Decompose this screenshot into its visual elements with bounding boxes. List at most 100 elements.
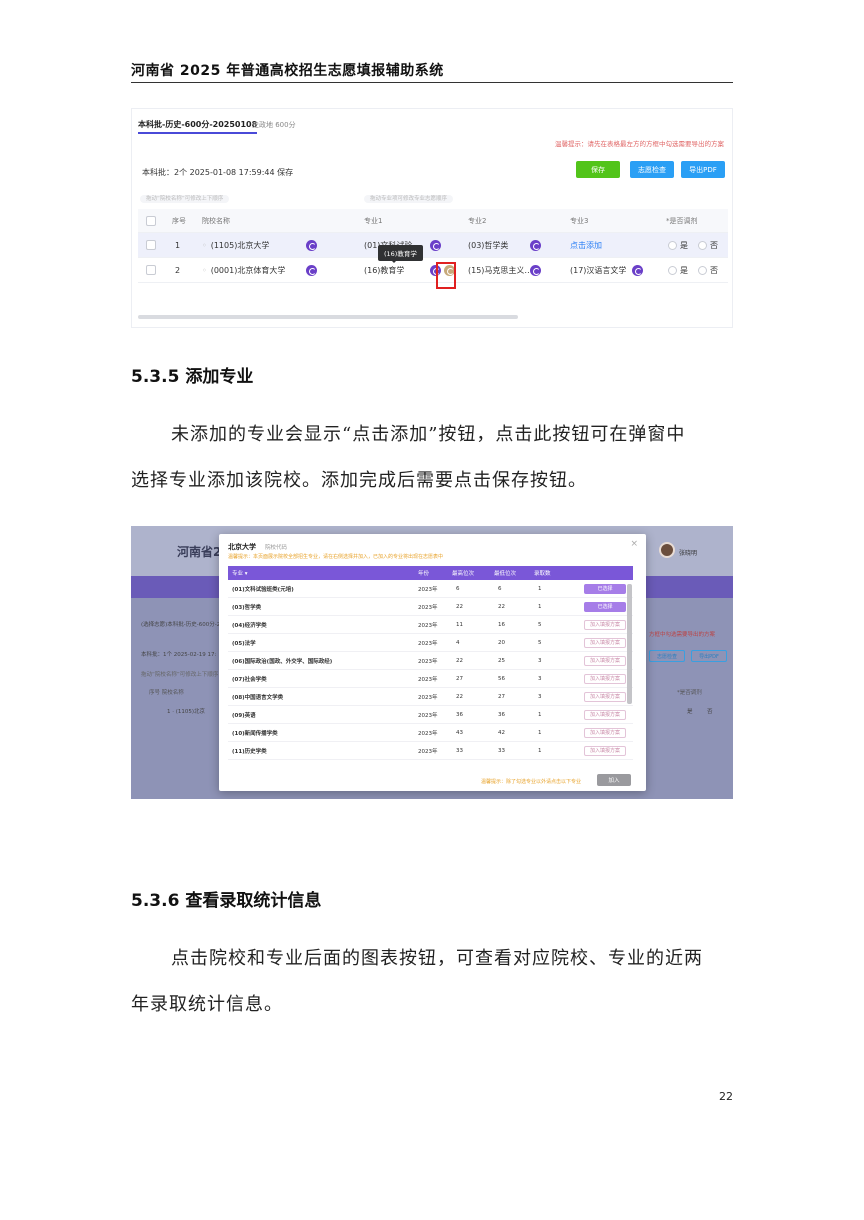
user-name: 张晓明 [679, 550, 698, 557]
major-min-rank: 33 [456, 747, 463, 754]
major-min-rank: 36 [456, 711, 463, 718]
join-plan-button[interactable]: 加入填报方案 [584, 727, 626, 738]
major-tooltip: (16)教育学 [378, 245, 423, 263]
major-name: (04)经济学类 [232, 622, 267, 629]
drag-major-hint: 拖动专业项可修改专业志愿顺序 [364, 195, 454, 203]
major-row: (04)经济学类 2023年 11 16 5 加入填报方案 [228, 616, 633, 634]
major-action-cell: 加入填报方案 [584, 706, 626, 723]
join-plan-button[interactable]: 加入填报方案 [584, 655, 626, 666]
major-min-rank: 43 [456, 729, 463, 736]
horizontal-scrollbar[interactable] [138, 315, 518, 319]
adjust-yes-radio[interactable] [668, 265, 677, 275]
row-checkbox[interactable] [146, 240, 156, 250]
selected-button[interactable]: 已选择 [584, 601, 626, 612]
add-major-link[interactable]: 点击添加 [570, 233, 602, 257]
school-chart-icon[interactable] [306, 239, 317, 251]
major-row: (01)文科试验班类(元培) 2023年 6 6 1 已选择 [228, 580, 633, 598]
join-plan-button[interactable]: 加入填报方案 [584, 673, 626, 684]
major-name: (05)法学 [232, 640, 256, 647]
adjust-no-label: 否 [710, 240, 718, 250]
select-all-checkbox[interactable] [146, 215, 156, 226]
table-header: 序号 院校名称 专业1 专业2 专业3 *是否调剂 [138, 209, 728, 233]
join-plan-button[interactable]: 加入填报方案 [584, 745, 626, 756]
major3-chart-icon[interactable] [632, 264, 643, 276]
major-count: 3 [538, 657, 542, 664]
major-min-rank: 22 [456, 693, 463, 700]
major-max-rank: 22 [498, 603, 505, 610]
join-plan-button[interactable]: 加入填报方案 [584, 691, 626, 702]
row-checkbox[interactable] [146, 265, 156, 275]
export-pdf-button[interactable]: 导出PDF [681, 161, 725, 178]
save-button[interactable]: 保存 [576, 161, 620, 178]
add-button[interactable]: 加入 [597, 774, 631, 786]
selected-button[interactable]: 已选择 [584, 583, 626, 594]
major-action-cell: 加入填报方案 [584, 688, 626, 705]
major-count: 5 [538, 621, 542, 628]
major2-chart-icon[interactable] [530, 239, 541, 251]
row-num: 2 [175, 265, 181, 275]
major-count: 3 [538, 693, 542, 700]
screenshot-add-major-dialog: 河南省20 张晓明 (选择志愿)本科批-历史-600分-2 本科批：1个 202… [131, 526, 733, 799]
major2-chart-icon[interactable] [530, 264, 541, 276]
background-yes: 是 [687, 709, 693, 715]
close-icon[interactable]: × [630, 539, 638, 549]
section-paragraph-add-major: 未添加的专业会显示“点击添加”按钮，点击此按钮可在弹窗中 选择专业添加该院校。添… [131, 412, 737, 504]
major-count: 1 [538, 711, 542, 718]
row-num: 1 [175, 240, 181, 250]
join-plan-button[interactable]: 加入填报方案 [584, 619, 626, 630]
major-max-rank: 27 [498, 693, 505, 700]
major-action-cell: 加入填报方案 [584, 670, 626, 687]
major-count: 5 [538, 639, 542, 646]
join-plan-button[interactable]: 加入填报方案 [584, 709, 626, 720]
major-year: 2023年 [418, 730, 438, 737]
table-row[interactable]: 1 ◦(1105)北京大学 (01)文科试验... (03)哲学类 点击添加 是… [138, 233, 728, 258]
modal-footer-tip: 温馨提示：除了勾选专业以外请点击以下专业 [481, 779, 582, 785]
col-year: 年份 [418, 571, 430, 577]
modal-scrollbar[interactable] [627, 584, 632, 704]
major-count: 1 [538, 747, 542, 754]
adjust-no-radio[interactable] [698, 240, 707, 250]
background-adjust: *是否调剂 [677, 690, 702, 696]
major-row: (05)法学 2023年 4 20 5 加入填报方案 [228, 634, 633, 652]
col-adjust: *是否调剂 [666, 216, 698, 225]
major-name: (08)中国语言文学类 [232, 694, 284, 701]
save-info: 本科批：2个 2025-01-08 17:59:44 保存 [142, 168, 294, 177]
school-chart-icon[interactable] [306, 264, 317, 276]
table-row[interactable]: 2 ◦ (0001)北京体育大学 (16)教育学 (15)马克思主义… (17)汉… [138, 258, 728, 283]
join-plan-button[interactable]: 加入填报方案 [584, 637, 626, 648]
major-max-rank: 25 [498, 657, 505, 664]
background-no: 否 [707, 709, 713, 715]
school-name[interactable]: (1105)北京大学 [211, 240, 270, 251]
col-major3: 专业3 [570, 216, 589, 225]
major-year: 2023年 [418, 640, 438, 647]
section-heading-statistics: 5.3.6 查看录取统计信息 [131, 891, 322, 911]
section-heading-add-major: 5.3.5 添加专业 [131, 367, 254, 387]
major1-chart-icon[interactable] [430, 239, 441, 251]
major-year: 2023年 [418, 694, 438, 701]
major2-value[interactable]: (03)哲学类 [468, 233, 508, 257]
major1-value[interactable]: (16)教育学 [364, 258, 404, 282]
major-name: (09)英语 [232, 712, 256, 719]
major-year: 2023年 [418, 658, 438, 665]
adjust-yes-radio[interactable] [668, 240, 677, 250]
school-name[interactable]: (0001)北京体育大学 [211, 265, 286, 276]
col-school: 院校名称 [202, 216, 230, 225]
major-table: 专业 ▾ 年份 最高位次 最低位次 录取数 (01)文科试验班类(元培) 2023… [228, 566, 633, 760]
major-max-rank: 16 [498, 621, 505, 628]
col-major1: 专业1 [364, 216, 383, 225]
background-hint: 拖动“院校名称”可修改上下顺序 [141, 672, 219, 678]
major-min-rank: 11 [456, 621, 463, 628]
adjust-no-radio[interactable] [698, 265, 707, 275]
plan-tab[interactable]: 本科批-历史-600分-20250108 [138, 119, 258, 134]
major-row: (03)哲学类 2023年 22 22 1 已选择 [228, 598, 633, 616]
col-major[interactable]: 专业 ▾ [232, 566, 248, 580]
background-plan: (选择志愿)本科批-历史-600分-2 [141, 622, 221, 628]
check-button[interactable]: 志愿检查 [630, 161, 674, 178]
avatar[interactable] [659, 542, 675, 558]
background-check-button[interactable]: 志愿检查 [649, 650, 685, 662]
background-pdf-button[interactable]: 导出PDF [691, 650, 727, 662]
major-name: (07)社会学类 [232, 676, 267, 683]
major-row: (10)新闻传播学类 2023年 43 42 1 加入填报方案 [228, 724, 633, 742]
major3-value[interactable]: (17)汉语言文学 [570, 258, 626, 282]
major2-value[interactable]: (15)马克思主义… [468, 258, 532, 282]
